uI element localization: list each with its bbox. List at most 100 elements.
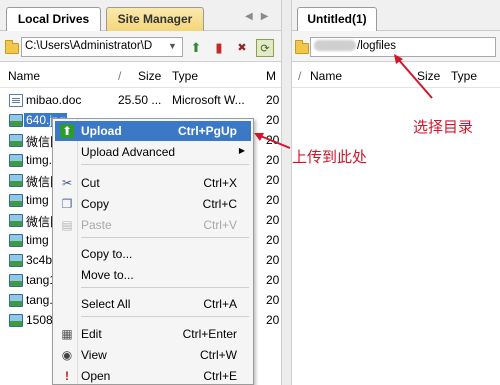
left-path-bar: C:\Users\Administrator\D ▼ ⬆ ▮ ✖ ⟳ <box>0 31 281 62</box>
file-modified: 20 <box>266 213 280 227</box>
image-icon <box>9 214 23 227</box>
menu-edit[interactable]: ▦ Edit Ctrl+Enter <box>55 324 251 344</box>
col-size[interactable]: Size <box>138 69 161 83</box>
annotation-select-dir: 选择目录 <box>413 118 474 136</box>
menu-label: Move to... <box>81 268 134 282</box>
menu-paste[interactable]: ▤ Paste Ctrl+V <box>55 215 251 235</box>
col-name[interactable]: Name <box>310 69 342 83</box>
upload-icon: ⬆ <box>60 124 74 138</box>
file-size: 25.50 ... <box>118 93 162 107</box>
doc-icon <box>9 94 23 107</box>
col-type[interactable]: Type <box>451 69 477 83</box>
file-modified: 20 <box>266 273 280 287</box>
folder-up-icon[interactable]: ⬆ <box>187 39 205 57</box>
image-icon <box>9 134 23 147</box>
col-type[interactable]: Type <box>172 69 198 83</box>
refresh-icon[interactable]: ⟳ <box>256 39 274 57</box>
col-size[interactable]: Size <box>417 69 440 83</box>
image-icon <box>9 154 23 167</box>
remote-column-header: / Name Size Type <box>292 62 500 88</box>
menu-select-all[interactable]: Select All Ctrl+A <box>55 294 251 314</box>
file-modified: 20 <box>266 173 280 187</box>
col-modified[interactable]: M <box>266 69 276 83</box>
sort-indicator: / <box>298 69 302 83</box>
image-icon <box>9 274 23 287</box>
file-modified: 20 <box>266 293 280 307</box>
file-modified: 20 <box>266 233 280 247</box>
right-path-bar: /logfiles <box>292 31 500 62</box>
menu-separator <box>81 316 249 317</box>
menu-shortcut: Ctrl+A <box>203 297 237 311</box>
menu-copy-to[interactable]: Copy to... <box>55 244 251 264</box>
menu-open[interactable]: ! Open Ctrl+E <box>55 366 251 385</box>
file-row[interactable]: mibao.doc 25.50 ... Microsoft W... 20 <box>0 90 281 110</box>
file-name: timg <box>26 193 49 207</box>
edit-icon: ▦ <box>61 327 73 341</box>
menu-label: Upload <box>81 124 122 138</box>
folder-icon <box>295 40 309 54</box>
tab-local-drives[interactable]: Local Drives <box>6 7 101 32</box>
tab-scroll-arrows[interactable]: ◀▶ <box>245 11 276 22</box>
file-name: 1508 <box>26 313 53 327</box>
file-name: timg. <box>26 153 53 167</box>
menu-shortcut: Ctrl+C <box>202 197 237 211</box>
local-path-input[interactable]: C:\Users\Administrator\D <box>21 37 183 57</box>
image-icon <box>9 174 23 187</box>
menu-shortcut: Ctrl+V <box>203 218 237 232</box>
file-type: Microsoft W... <box>172 93 245 107</box>
paste-icon: ▤ <box>61 218 73 232</box>
menu-upload-advanced[interactable]: Upload Advanced ▶ <box>55 142 251 162</box>
right-tab-bar: Untitled(1) <box>292 0 500 32</box>
image-icon <box>9 254 23 267</box>
menu-separator <box>81 237 249 238</box>
pane-splitter[interactable] <box>281 0 292 385</box>
menu-shortcut: Ctrl+W <box>200 348 237 362</box>
chevron-down-icon[interactable]: ▼ <box>168 41 177 51</box>
menu-separator <box>81 164 249 165</box>
file-name: timg <box>26 233 49 247</box>
remote-path-text: /logfiles <box>357 40 396 52</box>
menu-label: View <box>81 348 107 362</box>
menu-label: Copy <box>81 197 110 211</box>
menu-upload[interactable]: ⬆ Upload Ctrl+PgUp <box>55 121 251 141</box>
tab-untitled[interactable]: Untitled(1) <box>297 7 377 32</box>
menu-shortcut: Ctrl+Enter <box>182 327 237 341</box>
annotation-upload-here: 上传到此处 <box>292 148 368 166</box>
menu-label: Paste <box>81 218 112 232</box>
menu-shortcut: Ctrl+PgUp <box>177 124 237 138</box>
menu-copy[interactable]: ❐ Copy Ctrl+C <box>55 194 251 214</box>
file-modified: 20 <box>266 193 280 207</box>
menu-label: Upload Advanced <box>81 145 176 159</box>
file-modified: 20 <box>266 153 280 167</box>
image-icon <box>9 234 23 247</box>
file-modified: 20 <box>266 313 280 327</box>
image-icon <box>9 114 23 127</box>
image-icon <box>9 314 23 327</box>
remote-path-input[interactable]: /logfiles <box>310 37 496 57</box>
file-modified: 20 <box>266 133 280 147</box>
submenu-arrow-icon: ▶ <box>238 146 245 155</box>
image-icon <box>9 294 23 307</box>
image-icon <box>9 194 23 207</box>
left-tab-bar: Local Drives Site Manager ◀▶ <box>0 0 281 32</box>
menu-label: Copy to... <box>81 247 133 261</box>
redacted-path <box>314 40 356 52</box>
menu-separator <box>81 287 249 288</box>
menu-shortcut: Ctrl+E <box>203 369 237 383</box>
copy-icon: ❐ <box>61 197 73 211</box>
col-name[interactable]: Name <box>8 69 40 83</box>
sort-indicator: / <box>118 69 122 83</box>
menu-cut[interactable]: ✂ Cut Ctrl+X <box>55 173 251 193</box>
view-icon: ◉ <box>61 348 73 362</box>
file-modified: 20 <box>266 113 280 127</box>
ftp-client-window: Local Drives Site Manager ◀▶ C:\Users\Ad… <box>0 0 500 385</box>
menu-label: Edit <box>81 327 102 341</box>
tab-site-manager[interactable]: Site Manager <box>106 7 204 31</box>
file-modified: 20 <box>266 93 280 107</box>
remote-pane: Untitled(1) /logfiles / Name Size Type <box>292 0 500 385</box>
bookmark-icon[interactable]: ▮ <box>210 39 228 57</box>
menu-view[interactable]: ◉ View Ctrl+W <box>55 345 251 365</box>
menu-move-to[interactable]: Move to... <box>55 265 251 285</box>
menu-label: Cut <box>81 176 100 190</box>
delete-icon[interactable]: ✖ <box>233 39 251 57</box>
